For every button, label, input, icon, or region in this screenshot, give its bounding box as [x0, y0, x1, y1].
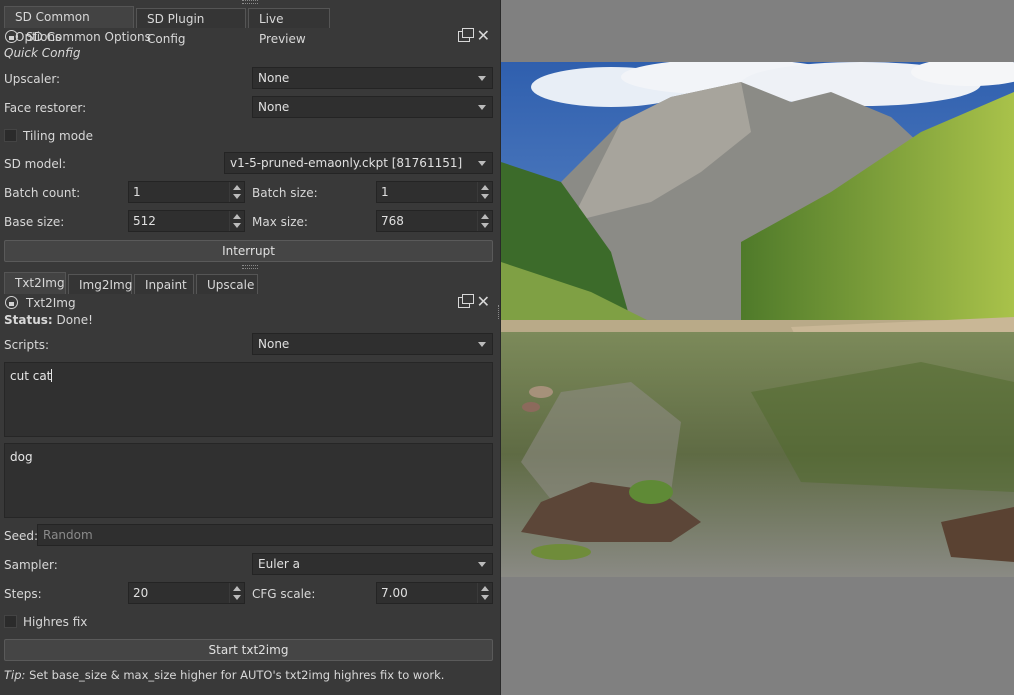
sampler-label: Sampler: [4, 558, 58, 572]
spin-down-icon[interactable] [481, 223, 489, 228]
base-size-label: Base size: [4, 215, 65, 229]
status-line: Status: Done! [4, 313, 93, 327]
tip-prefix: Tip: [4, 668, 26, 682]
spin-down-icon[interactable] [233, 223, 241, 228]
steps-value: 20 [133, 586, 149, 600]
float-dock-icon[interactable] [458, 28, 474, 42]
cfg-scale-value: 7.00 [381, 586, 408, 600]
canvas-area[interactable] [501, 0, 1014, 695]
quick-config-heading: Quick Config [4, 46, 81, 60]
batch-count-spinbox[interactable]: 1 [128, 181, 245, 203]
common-dock-titlebar: SD Common Options ✕ [2, 27, 496, 46]
spin-down-icon[interactable] [233, 595, 241, 600]
face-restorer-label: Face restorer: [4, 101, 87, 115]
spin-up-icon[interactable] [233, 214, 241, 219]
status-value: Done! [56, 313, 93, 327]
chevron-down-icon [478, 105, 486, 110]
chevron-down-icon [478, 342, 486, 347]
upscaler-value: None [258, 71, 290, 85]
prompt-text: cut cat [10, 369, 52, 383]
plugin-panel: SD Common Options SD Plugin Config Live … [0, 0, 501, 695]
canvas-image [501, 62, 1014, 577]
tip-line: Tip: Set base_size & max_size higher for… [4, 668, 444, 682]
steps-label: Steps: [4, 587, 42, 601]
tiling-checkbox[interactable] [4, 129, 17, 142]
batch-count-label: Batch count: [4, 186, 81, 200]
scripts-value: None [258, 337, 290, 351]
max-size-value: 768 [381, 214, 404, 228]
cfg-scale-spinbox[interactable]: 7.00 [376, 582, 493, 604]
lock-icon[interactable] [5, 30, 18, 43]
tiling-label: Tiling mode [23, 129, 94, 143]
sampler-value: Euler a [258, 557, 301, 571]
close-icon[interactable]: ✕ [477, 293, 490, 311]
mode-tabbar: Txt2Img Img2Img Inpaint Upscale [0, 272, 500, 294]
tab-txt2img[interactable]: Txt2Img [4, 272, 66, 294]
negative-prompt-textarea[interactable]: dog [4, 443, 493, 518]
max-size-spinbox[interactable]: 768 [376, 210, 493, 232]
prompt-textarea[interactable]: cut cat [4, 362, 493, 437]
spin-up-icon[interactable] [233, 586, 241, 591]
txt2img-dock-title: Txt2Img [26, 296, 76, 310]
common-dock-title: SD Common Options [26, 30, 151, 44]
spin-up-icon[interactable] [233, 185, 241, 190]
sampler-select[interactable]: Euler a [252, 553, 493, 575]
batch-size-value: 1 [381, 185, 389, 199]
steps-spinbox[interactable]: 20 [128, 582, 245, 604]
chevron-down-icon [478, 562, 486, 567]
face-restorer-value: None [258, 100, 290, 114]
batch-count-value: 1 [133, 185, 141, 199]
tab-live-preview[interactable]: Live Preview [248, 8, 330, 46]
sd-model-select[interactable]: v1-5-pruned-emaonly.ckpt [81761151] [224, 152, 493, 174]
tab-img2img[interactable]: Img2Img [68, 274, 132, 294]
dock-drag-handle[interactable] [242, 0, 258, 4]
batch-size-spinbox[interactable]: 1 [376, 181, 493, 203]
spin-up-icon[interactable] [481, 214, 489, 219]
max-size-label: Max size: [252, 215, 308, 229]
tab-inpaint[interactable]: Inpaint [134, 274, 194, 294]
dock-drag-handle[interactable] [242, 265, 258, 269]
spin-up-icon[interactable] [481, 185, 489, 190]
tab-sd-common-options[interactable]: SD Common Options [4, 6, 134, 44]
base-size-spinbox[interactable]: 512 [128, 210, 245, 232]
highres-fix-checkbox[interactable] [4, 615, 17, 628]
spin-down-icon[interactable] [481, 194, 489, 199]
spin-down-icon[interactable] [481, 595, 489, 600]
scripts-label: Scripts: [4, 338, 50, 352]
chevron-down-icon [478, 76, 486, 81]
chevron-down-icon [478, 161, 486, 166]
upscaler-label: Upscaler: [4, 72, 61, 86]
spin-down-icon[interactable] [233, 194, 241, 199]
lock-icon[interactable] [5, 296, 18, 309]
face-restorer-select[interactable]: None [252, 96, 493, 118]
highres-fix-label: Highres fix [23, 615, 88, 629]
interrupt-button[interactable]: Interrupt [4, 240, 493, 262]
cfg-scale-label: CFG scale: [252, 587, 316, 601]
negative-prompt-text: dog [10, 450, 33, 464]
sd-model-label: SD model: [4, 157, 67, 171]
tab-upscale[interactable]: Upscale [196, 274, 258, 294]
scripts-select[interactable]: None [252, 333, 493, 355]
sd-model-value: v1-5-pruned-emaonly.ckpt [81761151] [230, 156, 463, 170]
top-tabbar: SD Common Options SD Plugin Config Live … [0, 6, 500, 46]
tab-sd-plugin-config[interactable]: SD Plugin Config [136, 8, 246, 46]
seed-placeholder: Random [43, 528, 93, 542]
start-txt2img-button[interactable]: Start txt2img [4, 639, 493, 661]
float-dock-icon[interactable] [458, 294, 474, 308]
txt2img-dock-titlebar: Txt2Img ✕ [2, 293, 496, 312]
seed-label: Seed: [4, 529, 39, 543]
base-size-value: 512 [133, 214, 156, 228]
seed-input[interactable]: Random [37, 524, 493, 546]
status-label: Status: [4, 313, 53, 327]
close-icon[interactable]: ✕ [477, 27, 490, 45]
spin-up-icon[interactable] [481, 586, 489, 591]
tip-text: Set base_size & max_size higher for AUTO… [29, 668, 445, 682]
upscaler-select[interactable]: None [252, 67, 493, 89]
batch-size-label: Batch size: [252, 186, 318, 200]
